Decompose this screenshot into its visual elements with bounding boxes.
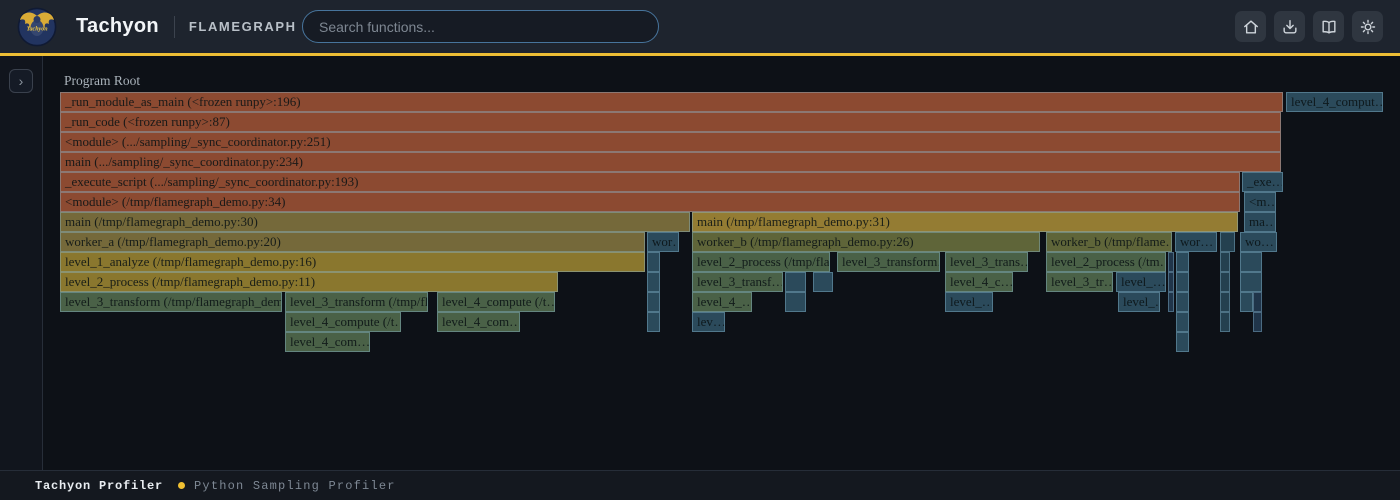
flame-bar[interactable] xyxy=(647,312,660,332)
flame-bar[interactable]: level_4_… xyxy=(692,292,752,312)
tachyon-logo: Tachyon xyxy=(17,7,57,47)
flamegraph-root-label: Program Root xyxy=(64,73,140,89)
status-dot-icon xyxy=(178,482,185,489)
home-button[interactable] xyxy=(1235,11,1266,42)
flame-bar[interactable] xyxy=(785,272,806,292)
flame-bar[interactable]: _run_code (<frozen runpy>:87) xyxy=(60,112,1281,132)
chevron-right-icon: › xyxy=(19,73,24,89)
flame-bar[interactable]: level_3_transform (/tmp/fl… xyxy=(285,292,428,312)
flame-bar[interactable]: <m… xyxy=(1244,192,1276,212)
flame-bar[interactable] xyxy=(1220,312,1230,332)
flame-bar[interactable] xyxy=(1176,312,1189,332)
flame-bar[interactable] xyxy=(1176,252,1189,272)
flame-bar[interactable]: main (/tmp/flamegraph_demo.py:30) xyxy=(60,212,690,232)
status-bar: Tachyon Profiler Python Sampling Profile… xyxy=(0,470,1400,500)
flame-bar[interactable]: level_1_analyze (/tmp/flamegraph_demo.py… xyxy=(60,252,645,272)
flame-bar[interactable] xyxy=(1176,272,1189,292)
flame-bar[interactable]: level_2_process (/tmp/fla… xyxy=(692,252,830,272)
flame-bar[interactable] xyxy=(1220,252,1230,272)
flame-bar[interactable] xyxy=(785,292,806,312)
flame-bar[interactable]: wor… xyxy=(647,232,679,252)
flame-bar[interactable] xyxy=(1176,332,1189,352)
flame-bar[interactable] xyxy=(1168,272,1174,292)
flame-bar[interactable]: level_2_process (/tm… xyxy=(1046,252,1166,272)
flame-bar[interactable] xyxy=(1220,292,1230,312)
header-actions xyxy=(1235,11,1383,42)
title-divider xyxy=(174,16,175,38)
flame-bar[interactable]: wor… xyxy=(1175,232,1217,252)
flame-bar[interactable]: level_… xyxy=(1116,272,1166,292)
flame-bar[interactable]: level_4_c… xyxy=(945,272,1013,292)
flame-bar[interactable]: main (/tmp/flamegraph_demo.py:31) xyxy=(692,212,1238,232)
flame-bar[interactable] xyxy=(1220,232,1235,252)
flame-bar[interactable]: level_3_transform (/tmp/flamegraph_dem… xyxy=(60,292,282,312)
sidebar-expand-button[interactable]: › xyxy=(9,69,33,93)
flame-bar[interactable]: <module> (/tmp/flamegraph_demo.py:34) xyxy=(60,192,1240,212)
flame-bar[interactable]: wo… xyxy=(1240,232,1277,252)
flame-bar[interactable]: level_… xyxy=(945,292,993,312)
flame-bar[interactable] xyxy=(1240,272,1262,292)
flame-bar[interactable] xyxy=(1240,292,1253,312)
flame-bar[interactable]: main (.../sampling/_sync_coordinator.py:… xyxy=(60,152,1281,172)
flame-bar[interactable] xyxy=(813,272,833,292)
flame-bar[interactable] xyxy=(647,252,660,272)
footer-app-name: Tachyon Profiler xyxy=(35,479,163,493)
theme-button[interactable] xyxy=(1352,11,1383,42)
flame-bar[interactable]: worker_b (/tmp/flamegraph_demo.py:26) xyxy=(692,232,1040,252)
flame-bar[interactable] xyxy=(1240,252,1262,272)
flame-bar[interactable]: worker_a (/tmp/flamegraph_demo.py:20) xyxy=(60,232,645,252)
flame-bar[interactable]: level_2_process (/tmp/flamegraph_demo.py… xyxy=(60,272,558,292)
flame-bar[interactable]: level_3_tr… xyxy=(1046,272,1113,292)
flame-bar[interactable]: level_4_com… xyxy=(437,312,520,332)
flame-bar[interactable]: _exe… xyxy=(1242,172,1283,192)
flamegraph-canvas[interactable]: Program Root _run_module_as_main (<froze… xyxy=(44,56,1400,470)
home-icon xyxy=(1241,17,1261,37)
flame-bar[interactable] xyxy=(1220,272,1230,292)
footer-subtitle: Python Sampling Profiler xyxy=(194,479,396,493)
flame-bar[interactable] xyxy=(1253,312,1262,332)
flame-bar[interactable]: _run_module_as_main (<frozen runpy>:196) xyxy=(60,92,1283,112)
flame-bar[interactable]: lev… xyxy=(692,312,725,332)
flame-bar[interactable]: level_4_compute (/t… xyxy=(437,292,555,312)
flame-bar[interactable]: level_3_transf… xyxy=(692,272,783,292)
download-button[interactable] xyxy=(1274,11,1305,42)
flame-bar[interactable]: level_4_comput… xyxy=(1286,92,1383,112)
flame-bar[interactable]: worker_b (/tmp/flame… xyxy=(1046,232,1172,252)
flame-bar[interactable]: _execute_script (.../sampling/_sync_coor… xyxy=(60,172,1240,192)
flame-bar[interactable]: <module> (.../sampling/_sync_coordinator… xyxy=(60,132,1281,152)
flame-bar[interactable] xyxy=(647,272,660,292)
search-input[interactable] xyxy=(302,10,659,43)
docs-button[interactable] xyxy=(1313,11,1344,42)
flame-bar[interactable]: ma… xyxy=(1244,212,1276,232)
book-icon xyxy=(1319,17,1339,37)
flame-bar[interactable] xyxy=(1176,292,1189,312)
flame-bar[interactable]: level_… xyxy=(1118,292,1160,312)
flame-bar[interactable]: level_4_com… xyxy=(285,332,370,352)
flame-bar[interactable] xyxy=(1168,292,1174,312)
flame-bar[interactable]: level_3_trans… xyxy=(945,252,1028,272)
download-icon xyxy=(1280,17,1300,37)
flame-bar[interactable]: level_3_transform… xyxy=(837,252,940,272)
sidebar: › xyxy=(0,56,43,470)
flame-bar[interactable] xyxy=(647,292,660,312)
brightness-icon xyxy=(1358,17,1378,37)
flame-bar[interactable] xyxy=(1168,252,1174,272)
app-title: Tachyon xyxy=(76,15,159,38)
flame-bar[interactable] xyxy=(1253,292,1262,312)
app-header: Tachyon Tachyon FLAMEGRAPH REPORT xyxy=(0,0,1400,53)
flame-bar[interactable]: level_4_compute (/t… xyxy=(285,312,401,332)
svg-text:Tachyon: Tachyon xyxy=(26,26,48,32)
